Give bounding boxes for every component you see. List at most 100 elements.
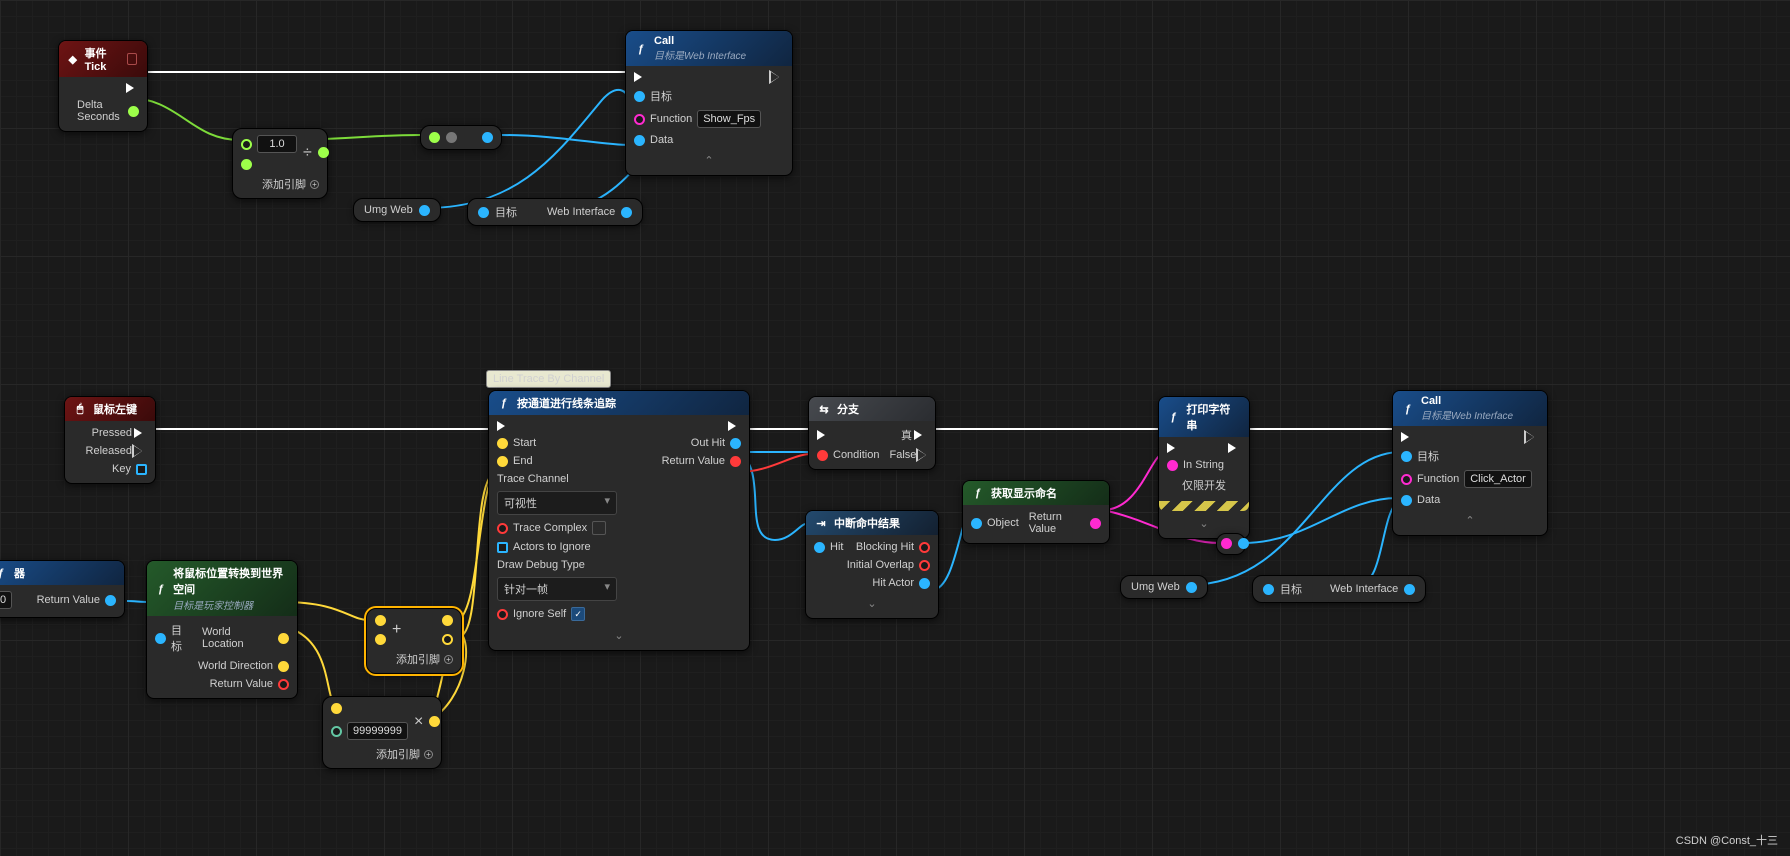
value-input[interactable]: 1.0	[257, 135, 297, 153]
obj-out-pin[interactable]	[1238, 538, 1249, 549]
exec-in-pin[interactable]	[1401, 432, 1414, 442]
exec-out-pin[interactable]	[134, 428, 147, 438]
str-in-pin[interactable]	[1401, 474, 1412, 485]
node-divide[interactable]: 1.0 ÷ 添加引脚+	[232, 128, 328, 199]
struct-out-pin[interactable]	[730, 438, 741, 449]
vec-out-pin[interactable]	[429, 716, 440, 727]
add-pin-button[interactable]: +	[424, 750, 433, 759]
node-get-display-name[interactable]: ƒ获取显示命名 ObjectReturn Value	[962, 480, 1110, 544]
obj-in-pin[interactable]	[155, 633, 166, 644]
float-in-pin[interactable]	[331, 726, 342, 737]
float-in-pin[interactable]	[241, 139, 252, 150]
variable-umg-web-2[interactable]: Umg Web	[1120, 575, 1208, 599]
float-out-pin[interactable]	[128, 106, 139, 117]
float-in-pin[interactable]	[429, 132, 440, 143]
vec-out-pin[interactable]	[278, 633, 289, 644]
exec-out-pin[interactable]	[134, 446, 147, 456]
checkbox[interactable]: ✓	[571, 607, 585, 621]
obj-in-pin[interactable]	[634, 91, 645, 102]
str-in-pin[interactable]	[1167, 460, 1178, 471]
exec-out-pin[interactable]	[1228, 443, 1241, 453]
array-in-pin[interactable]	[497, 542, 508, 553]
node-call-right[interactable]: ƒCall目标是Web Interface 目标 FunctionClick_A…	[1392, 390, 1548, 536]
str-out-pin[interactable]	[1090, 518, 1101, 529]
node-break-hit[interactable]: ⇥中断命中结果 HitBlocking Hit Initial Overlap …	[805, 510, 939, 619]
obj-out-pin[interactable]	[482, 132, 493, 143]
exec-out-pin[interactable]	[771, 72, 784, 82]
node-to-json[interactable]	[1216, 533, 1246, 555]
value-input[interactable]: 99999999	[347, 722, 408, 740]
function-value[interactable]: Show_Fps	[697, 110, 761, 128]
obj-out-pin[interactable]	[105, 595, 116, 606]
obj-in-pin[interactable]	[1401, 495, 1412, 506]
checkbox[interactable]	[592, 521, 606, 535]
node-call-top[interactable]: ƒ Call目标是Web Interface 目标 FunctionShow_F…	[625, 30, 793, 176]
node-convert-mouse[interactable]: ƒ 将鼠标位置转换到世界空间目标是玩家控制器 目标World Location …	[146, 560, 298, 699]
bool-in-pin[interactable]	[497, 523, 508, 534]
wildcard-pin[interactable]	[446, 132, 457, 143]
exec-in-pin[interactable]	[634, 72, 647, 82]
bool-out-pin[interactable]	[919, 560, 930, 571]
float-out-pin[interactable]	[318, 147, 329, 158]
bool-out-pin[interactable]	[278, 679, 289, 690]
obj-out-pin[interactable]	[919, 578, 930, 589]
function-value[interactable]: Click_Actor	[1464, 470, 1532, 488]
node-line-trace[interactable]: ƒ 按通道进行线条追踪 StartOut Hit EndReturn Value…	[488, 390, 750, 651]
variable-umg-web[interactable]: Umg Web	[353, 198, 441, 222]
trace-channel-select[interactable]: 可视性	[497, 491, 617, 515]
node-player-controller[interactable]: ƒ器 0Return Value	[0, 560, 125, 618]
index-input[interactable]: 0	[0, 591, 12, 609]
vec-in-pin[interactable]	[497, 438, 508, 449]
struct-in-pin[interactable]	[814, 542, 825, 553]
float-in-pin[interactable]	[241, 159, 252, 170]
str-in-pin[interactable]	[1221, 538, 1232, 549]
exec-in-pin[interactable]	[497, 421, 510, 431]
node-left-mouse[interactable]: 🖱 鼠标左键 Pressed Released Key	[64, 396, 156, 484]
node-branch[interactable]: ⇆分支 真 ConditionFalse	[808, 396, 936, 470]
vec-out-pin[interactable]	[442, 615, 453, 626]
exec-out-pin[interactable]	[918, 450, 931, 460]
vec-out-pin[interactable]	[442, 634, 453, 645]
expand-toggle[interactable]: ⌃	[1401, 514, 1539, 527]
blueprint-canvas[interactable]: ◆ 事件Tick Delta Seconds 1.0 ÷ 添加引脚+ ƒ Cal…	[0, 0, 1790, 856]
exec-out-pin[interactable]	[1526, 432, 1539, 442]
vec-in-pin[interactable]	[497, 456, 508, 467]
node-event-tick[interactable]: ◆ 事件Tick Delta Seconds	[58, 40, 148, 132]
vec-out-pin[interactable]	[278, 661, 289, 672]
obj-in-pin[interactable]	[1401, 451, 1412, 462]
draw-debug-select[interactable]: 针对一帧	[497, 577, 617, 601]
bool-out-pin[interactable]	[730, 456, 741, 467]
obj-out-pin[interactable]	[419, 205, 430, 216]
node-web-interface-ref[interactable]: 目标 Web Interface	[467, 198, 643, 226]
obj-in-pin[interactable]	[1263, 584, 1274, 595]
obj-out-pin[interactable]	[1186, 582, 1197, 593]
obj-in-pin[interactable]	[478, 207, 489, 218]
expand-toggle[interactable]: ⌄	[497, 629, 741, 642]
exec-out-pin[interactable]	[728, 421, 741, 431]
node-web-interface-ref-2[interactable]: 目标 Web Interface	[1252, 575, 1426, 603]
add-pin-button[interactable]: +	[310, 180, 319, 189]
node-print-string[interactable]: ƒ打印字符串 In String 仅限开发 ⌄	[1158, 396, 1250, 539]
expand-toggle[interactable]: ⌃	[634, 154, 784, 167]
key-out-pin[interactable]	[136, 464, 147, 475]
bool-out-pin[interactable]	[919, 542, 930, 553]
bool-in-pin[interactable]	[497, 609, 508, 620]
node-add-vector[interactable]: + 添加引脚+	[366, 608, 462, 674]
exec-in-pin[interactable]	[817, 430, 830, 440]
bool-in-pin[interactable]	[817, 450, 828, 461]
expand-toggle[interactable]: ⌄	[1167, 517, 1241, 530]
expand-toggle[interactable]: ⌄	[814, 597, 930, 610]
node-make-json[interactable]	[420, 125, 502, 150]
obj-out-pin[interactable]	[1404, 584, 1415, 595]
exec-out-pin[interactable]	[126, 83, 139, 93]
str-in-pin[interactable]	[634, 114, 645, 125]
vec-in-pin[interactable]	[375, 634, 386, 645]
obj-out-pin[interactable]	[621, 207, 632, 218]
vec-in-pin[interactable]	[331, 703, 342, 714]
obj-in-pin[interactable]	[634, 135, 645, 146]
obj-in-pin[interactable]	[971, 518, 982, 529]
node-multiply[interactable]: 99999999 × 添加引脚+	[322, 696, 442, 769]
vec-in-pin[interactable]	[375, 615, 386, 626]
exec-in-pin[interactable]	[1167, 443, 1180, 453]
exec-out-pin[interactable]	[914, 430, 927, 440]
